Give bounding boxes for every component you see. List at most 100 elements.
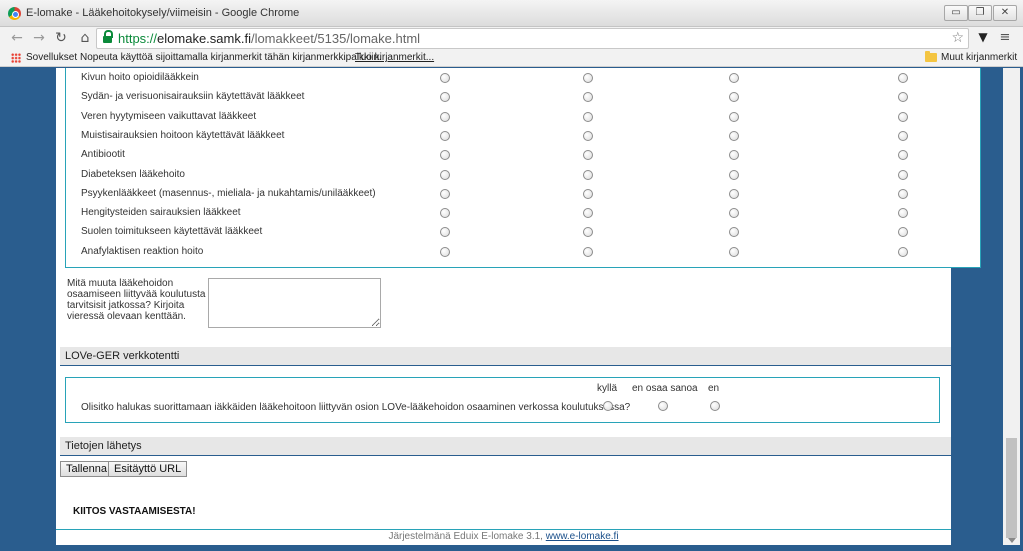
question-radio-option-1[interactable] [440,227,450,238]
question-radio-option-4[interactable] [898,92,908,103]
vertical-scrollbar[interactable] [1003,68,1020,545]
prefill-url-button[interactable]: Esitäyttö URL [108,461,188,477]
menu-icon[interactable]: ≡ [998,30,1012,46]
question-label: Psyykenlääkkeet (masennus-, mieliala- ja… [81,187,376,199]
star-icon[interactable]: ☆ [951,30,964,46]
page-viewport: Kivun hoito opioidilääkkein Sydän- ja ver… [0,68,1023,551]
question-label: Anafylaktisen reaktion hoito [81,245,204,257]
question-row: Antibiootit [81,146,961,165]
online-question-box: kyllä en osaa sanoa en Olisitko halukas … [65,377,940,423]
training-answer-textarea[interactable] [208,278,381,328]
question-row: Suolen toimitukseen käytettävät lääkkeet [81,223,961,242]
footer-link[interactable]: www.e-lomake.fi [546,531,619,542]
bookmarks-bar: Sovellukset Nopeuta käyttöä sijoittamall… [0,49,1023,67]
title-bar: E-lomake - Lääkehoitokysely/viimeisin - … [0,0,1023,27]
browser-toolbar: ← → ↻ ⌂ https://elomake.samk.fi/lomakkee… [0,27,1023,49]
question-radio-option-4[interactable] [898,208,908,219]
url-scheme: https:// [118,31,158,46]
question-radio-option-4[interactable] [898,188,908,199]
question-radio-option-3[interactable] [729,150,739,161]
question-radio-option-3[interactable] [729,169,739,180]
question-radio-option-3[interactable] [729,208,739,219]
question-radio-option-2[interactable] [583,130,593,141]
question-radio-option-1[interactable] [440,150,450,161]
minimize-button[interactable]: ▭ [944,5,968,21]
question-row: Anafylaktisen reaktion hoito [81,243,961,262]
option-header-no: en [708,383,720,394]
question-radio-option-2[interactable] [583,92,593,103]
scrollbar-thumb[interactable] [1006,438,1017,538]
question-row: Diabeteksen lääkehoito [81,166,961,185]
question-radio-option-2[interactable] [583,208,593,219]
close-window-button[interactable]: ✕ [993,5,1017,21]
question-radio-option-2[interactable] [583,111,593,122]
question-radio-option-3[interactable] [729,92,739,103]
option-header-yes: kyllä [597,383,618,394]
chrome-logo-icon [8,7,21,20]
question-radio-option-1[interactable] [440,208,450,219]
question-row: Kivun hoito opioidilääkkein [81,69,961,88]
apps-link[interactable]: Sovellukset [26,52,77,63]
question-label: Veren hyytymiseen vaikuttavat lääkkeet [81,110,257,122]
address-bar[interactable]: https://elomake.samk.fi/lomakkeet/5135/l… [96,28,969,49]
question-label: Kivun hoito opioidilääkkein [81,72,199,83]
question-row: Muistisairauksien hoitoon käytettävät lä… [81,127,961,146]
home-icon[interactable]: ⌂ [76,29,94,47]
question-radio-option-1[interactable] [440,130,450,141]
question-radio-option-4[interactable] [898,111,908,122]
radio-yes[interactable] [603,401,613,411]
question-radio-option-2[interactable] [583,169,593,180]
lock-icon [103,30,113,43]
question-radio-option-3[interactable] [729,130,739,141]
question-radio-option-4[interactable] [898,246,908,257]
question-radio-option-1[interactable] [440,73,450,83]
medication-question-box: Kivun hoito opioidilääkkein Sydän- ja ver… [65,68,981,268]
forward-icon[interactable]: → [30,29,48,47]
question-radio-option-2[interactable] [583,73,593,83]
apps-icon[interactable] [11,53,21,63]
question-row: Psyykenlääkkeet (masennus-, mieliala- ja… [81,185,961,204]
url-text[interactable]: https://elomake.samk.fi/lomakkeet/5135/l… [118,31,420,46]
footer-text: Järjestelmänä Eduix E-lomake 3.1, [388,531,543,542]
question-label: Suolen toimitukseen käytettävät lääkkeet [81,226,263,238]
back-icon[interactable]: ← [8,29,26,47]
question-row: Veren hyytymiseen vaikuttavat lääkkeet [81,108,961,127]
question-radio-option-4[interactable] [898,169,908,180]
radio-no[interactable] [710,401,720,411]
question-radio-option-1[interactable] [440,92,450,103]
question-radio-option-4[interactable] [898,73,908,83]
other-bookmarks-link[interactable]: Muut kirjanmerkit [941,52,1017,63]
thanks-text: KIITOS VASTAAMISESTA! [73,506,196,517]
reload-icon[interactable]: ↻ [52,29,70,47]
question-row: Hengitysteiden sairauksien lääkkeet [81,204,961,223]
question-radio-option-1[interactable] [440,111,450,122]
question-radio-option-1[interactable] [440,188,450,199]
question-radio-option-2[interactable] [583,188,593,199]
question-radio-option-4[interactable] [898,150,908,161]
question-radio-option-2[interactable] [583,246,593,257]
question-radio-option-3[interactable] [729,188,739,199]
maximize-button[interactable]: ❐ [968,5,992,21]
section-header-submit: Tietojen lähetys [60,437,951,456]
question-radio-option-4[interactable] [898,130,908,141]
question-radio-option-4[interactable] [898,227,908,238]
extension-icon[interactable]: ▼ [975,30,991,46]
question-radio-option-3[interactable] [729,227,739,238]
import-bookmarks-link[interactable]: Tuo kirjanmerkit... [355,52,434,63]
question-label: Diabeteksen lääkehoito [81,168,185,180]
question-radio-option-2[interactable] [583,227,593,238]
question-radio-option-3[interactable] [729,73,739,83]
question-radio-option-1[interactable] [440,246,450,257]
scroll-down-arrow-icon[interactable] [1008,538,1016,543]
question-row: Sydän- ja verisuonisairauksiin käytettäv… [81,88,961,107]
url-host: elomake.samk.fi [157,31,251,46]
save-button[interactable]: Tallenna [60,461,113,477]
radio-dont-know[interactable] [658,401,668,411]
question-radio-option-3[interactable] [729,246,739,257]
question-radio-option-2[interactable] [583,150,593,161]
question-radio-option-3[interactable] [729,111,739,122]
question-radio-option-1[interactable] [440,169,450,180]
section-header-love-ger: LOVe-GER verkkotentti [60,347,951,366]
option-header-dont-know: en osaa sanoa [632,383,698,394]
browser-window: E-lomake - Lääkehoitokysely/viimeisin - … [0,0,1023,551]
